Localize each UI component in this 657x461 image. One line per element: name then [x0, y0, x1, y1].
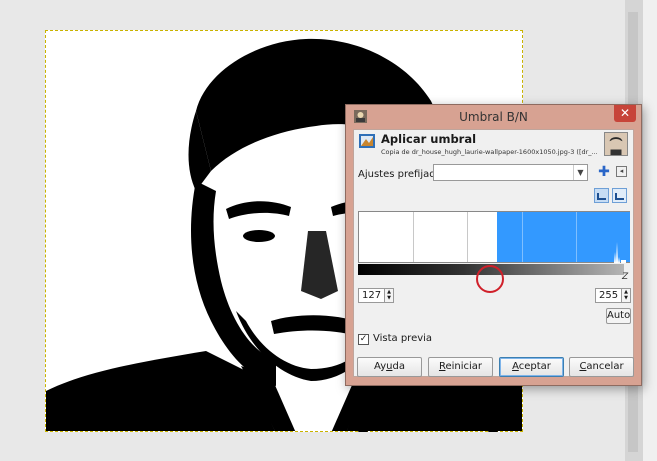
- histogram-view[interactable]: [358, 211, 630, 263]
- window-edge: [643, 0, 657, 461]
- histogram-curve: [614, 242, 626, 263]
- high-threshold-value: 255: [599, 290, 619, 301]
- reset-label-b: einiciar: [445, 361, 483, 372]
- low-threshold-input[interactable]: 127 ▲ ▼: [358, 288, 394, 303]
- log-histogram-icon[interactable]: [612, 188, 627, 203]
- add-icon[interactable]: ✚: [597, 165, 611, 179]
- reset-button[interactable]: Reiniciar: [428, 357, 493, 377]
- image-thumbnail: [604, 132, 628, 156]
- threshold-dialog: Umbral B/N ✕ Aplicar umbral Copia de dr_…: [345, 104, 642, 432]
- help-label-a: Ay: [374, 361, 387, 372]
- close-icon: ✕: [619, 106, 631, 120]
- linear-histogram-icon[interactable]: [594, 188, 609, 203]
- highlight-circle: [476, 265, 504, 293]
- help-button[interactable]: Ayuda: [357, 357, 422, 377]
- presets-combo[interactable]: ▼: [433, 164, 588, 181]
- help-label-b: da: [392, 361, 405, 372]
- threshold-handle[interactable]: [488, 423, 498, 432]
- accept-mnemonic: A: [512, 361, 519, 372]
- low-threshold-value: 127: [362, 290, 382, 301]
- header-subtitle: Copia de dr_house_hugh_laurie-wallpaper-…: [381, 148, 598, 156]
- high-threshold-input[interactable]: 255 ▲ ▼: [595, 288, 631, 303]
- preview-label[interactable]: Vista previa: [373, 333, 432, 344]
- dialog-content: Aplicar umbral Copia de dr_house_hugh_la…: [353, 129, 634, 432]
- low-spin-buttons[interactable]: ▲ ▼: [384, 288, 394, 303]
- menu-arrow-icon[interactable]: ◂: [616, 166, 627, 177]
- close-button[interactable]: ✕: [614, 105, 636, 122]
- high-spin-buttons[interactable]: ▲ ▼: [621, 288, 631, 303]
- cancel-button[interactable]: Cancelar: [569, 357, 634, 377]
- threshold-tool-icon: [359, 134, 375, 148]
- chevron-down-icon[interactable]: ▼: [573, 165, 587, 180]
- dialog-title: Umbral B/N: [459, 110, 528, 124]
- low-threshold-handle[interactable]: [358, 423, 368, 432]
- auto-button[interactable]: Auto: [606, 308, 631, 324]
- cancel-label-b: ancelar: [586, 361, 624, 372]
- header-title: Aplicar umbral: [381, 132, 477, 146]
- accept-button[interactable]: Aceptar: [499, 357, 564, 377]
- preview-checkbox[interactable]: ✓: [358, 334, 369, 345]
- accept-label-b: ceptar: [518, 361, 551, 372]
- dialog-title-bar[interactable]: Umbral B/N ✕: [346, 105, 641, 129]
